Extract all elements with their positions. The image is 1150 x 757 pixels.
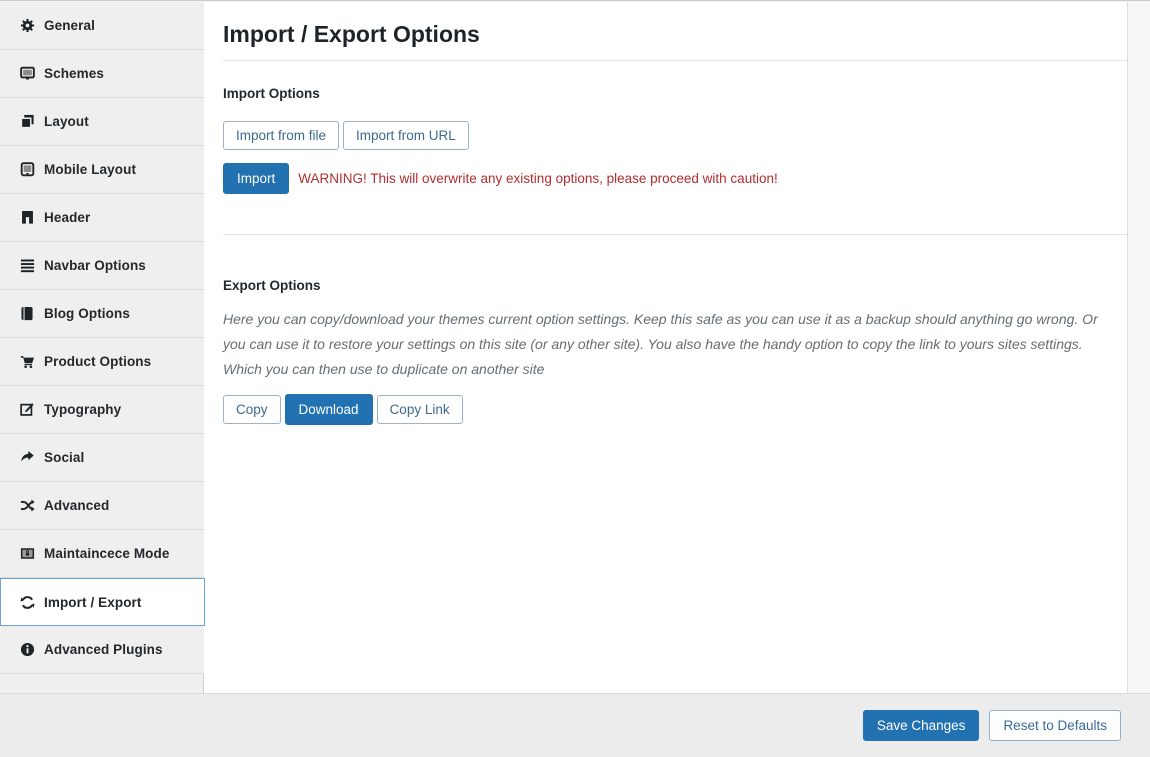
reset-to-defaults-button[interactable]: Reset to Defaults xyxy=(989,710,1121,741)
sidebar-item-layout[interactable]: Layout xyxy=(0,98,204,146)
section-divider xyxy=(223,234,1127,235)
sidebar-item-maintaincece-mode[interactable]: Maintaincece Mode xyxy=(0,530,204,578)
sidebar-item-label: Typography xyxy=(44,402,121,417)
sidebar-item-typography[interactable]: Typography xyxy=(0,386,204,434)
layers-icon xyxy=(20,114,35,129)
sidebar-item-label: Navbar Options xyxy=(44,258,146,273)
sidebar-item-social[interactable]: Social xyxy=(0,434,204,482)
sidebar-item-label: Advanced Plugins xyxy=(44,642,163,657)
copy-button[interactable]: Copy xyxy=(223,395,281,424)
book-icon xyxy=(20,306,35,321)
sidebar-item-mobile-layout[interactable]: Mobile Layout xyxy=(0,146,204,194)
import-options-heading: Import Options xyxy=(223,85,1127,102)
sidebar-item-label: Schemes xyxy=(44,66,104,81)
header-icon xyxy=(20,210,35,225)
save-changes-button[interactable]: Save Changes xyxy=(863,710,980,741)
sidebar-item-header[interactable]: Header xyxy=(0,194,204,242)
copy-link-button[interactable]: Copy Link xyxy=(377,395,463,424)
download-button[interactable]: Download xyxy=(285,394,373,425)
sidebar-item-label: Advanced xyxy=(44,498,109,513)
sidebar-item-import-export[interactable]: Import / Export xyxy=(0,578,205,626)
shuffle-icon xyxy=(20,498,35,513)
gear-icon xyxy=(20,18,35,33)
info-icon xyxy=(20,642,35,657)
sidebar-item-label: Maintaincece Mode xyxy=(44,546,169,561)
maintenance-icon xyxy=(20,546,35,561)
footer-bar: Save Changes Reset to Defaults xyxy=(0,693,1150,757)
main-panel: Import / Export Options Import Options I… xyxy=(204,2,1128,693)
sidebar-item-label: Header xyxy=(44,210,90,225)
sidebar-item-blog-options[interactable]: Blog Options xyxy=(0,290,204,338)
cart-icon xyxy=(20,354,35,369)
sidebar-item-advanced[interactable]: Advanced xyxy=(0,482,204,530)
sync-icon xyxy=(20,595,35,610)
sidebar-item-label: Product Options xyxy=(44,354,151,369)
import-from-file-button[interactable]: Import from file xyxy=(223,121,339,150)
sidebar-item-product-options[interactable]: Product Options xyxy=(0,338,204,386)
import-from-url-button[interactable]: Import from URL xyxy=(343,121,469,150)
export-description: Here you can copy/download your themes c… xyxy=(223,307,1115,382)
theme-options-page: General Schemes Layout Mobile Layout Hea… xyxy=(0,0,1150,757)
menu-icon xyxy=(20,258,35,273)
title-divider xyxy=(223,60,1127,61)
sidebar-item-navbar-options[interactable]: Navbar Options xyxy=(0,242,204,290)
share-icon xyxy=(20,450,35,465)
sidebar-item-label: Mobile Layout xyxy=(44,162,136,177)
edit-icon xyxy=(20,402,35,417)
page-title: Import / Export Options xyxy=(223,20,1127,48)
import-warning-text: WARNING! This will overwrite any existin… xyxy=(298,171,777,186)
monitor-icon xyxy=(20,66,35,81)
sidebar-item-label: Blog Options xyxy=(44,306,130,321)
sidebar-item-schemes[interactable]: Schemes xyxy=(0,50,204,98)
sidebar-item-label: Social xyxy=(44,450,84,465)
sidebar-item-advanced-plugins[interactable]: Advanced Plugins xyxy=(0,626,204,674)
sidebar-item-general[interactable]: General xyxy=(0,2,204,50)
sidebar-item-label: Layout xyxy=(44,114,89,129)
sidebar-item-label: General xyxy=(44,18,95,33)
tablet-icon xyxy=(20,162,35,177)
export-options-heading: Export Options xyxy=(223,277,1127,294)
sidebar-item-label: Import / Export xyxy=(44,595,142,610)
import-button[interactable]: Import xyxy=(223,163,289,194)
sidebar: General Schemes Layout Mobile Layout Hea… xyxy=(0,2,204,693)
